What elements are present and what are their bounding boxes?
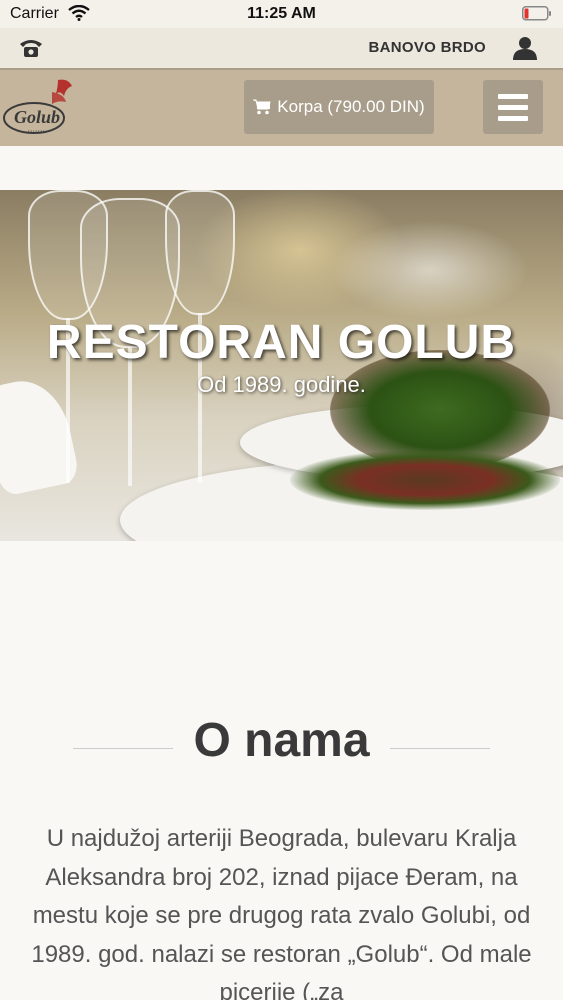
hamburger-icon — [498, 94, 528, 99]
svg-text:Golub: Golub — [14, 107, 60, 127]
glass-image — [165, 190, 235, 315]
salad-image — [290, 450, 560, 510]
location-label[interactable]: BANOVO BRDO — [369, 39, 486, 56]
about-paragraph: U najdužoj arteriji Beograda, bulevaru K… — [31, 825, 532, 1000]
hero-banner: RESTORAN GOLUB Od 1989. godine. — [0, 190, 563, 541]
golub-logo[interactable]: Golub • • • • • • • — [2, 76, 80, 138]
header: Golub • • • • • • • Korpa (790.00 DIN) — [0, 68, 563, 146]
info-bar: BANOVO BRDO — [0, 28, 563, 68]
cart-label: Korpa (790.00 DIN) — [277, 97, 425, 116]
cart-icon — [253, 99, 271, 115]
status-bar: Carrier 11:25 AM — [0, 0, 563, 28]
hero-subtitle: Od 1989. godine. — [197, 372, 366, 397]
hero-title: RESTORAN GOLUB — [46, 316, 517, 369]
about-heading: O nama — [0, 713, 563, 773]
phone-icon[interactable] — [18, 36, 44, 60]
cart-button[interactable]: Korpa (790.00 DIN) — [244, 80, 434, 134]
hamburger-icon — [498, 105, 528, 110]
menu-button[interactable] — [483, 80, 543, 134]
hamburger-icon — [498, 116, 528, 121]
user-icon[interactable] — [512, 36, 538, 60]
section-title: O nama — [193, 714, 370, 767]
clock: 11:25 AM — [247, 5, 316, 22]
divider — [390, 748, 490, 749]
battery-icon — [522, 6, 551, 21]
svg-text:• • • • • • •: • • • • • • • — [28, 128, 45, 133]
